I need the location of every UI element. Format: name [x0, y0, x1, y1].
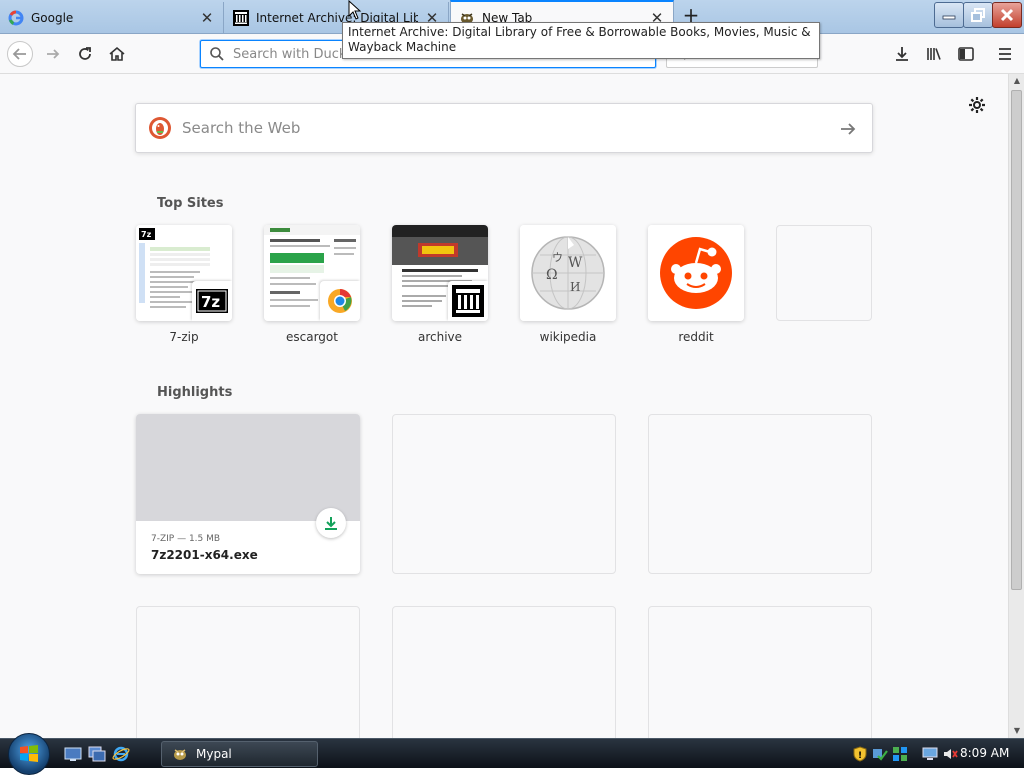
reddit-alien-icon: [648, 225, 744, 321]
top-site-label: archive: [417, 330, 463, 344]
vertical-scrollbar[interactable]: ▲ ▼: [1008, 74, 1024, 738]
close-icon: [1000, 8, 1014, 22]
windows-logo-icon: [20, 745, 38, 762]
update-grid-icon[interactable]: [892, 746, 908, 762]
duckduckgo-icon: [149, 117, 171, 139]
network-status-icon[interactable]: [872, 746, 888, 762]
top-site-7zip[interactable]: 7z 7z: [136, 225, 232, 321]
google-g-icon: [8, 10, 24, 26]
svg-text:Ω: Ω: [546, 267, 558, 283]
svg-text:7z: 7z: [141, 230, 152, 239]
highlight-empty-slot: [392, 414, 616, 574]
top-site-empty-slot[interactable]: [776, 225, 872, 321]
top-site-wikipedia[interactable]: Ω W ウ И: [520, 225, 616, 321]
download-icon: [896, 47, 908, 61]
tab-tooltip: Internet Archive: Digital Library of Fre…: [342, 22, 820, 59]
library-button[interactable]: [920, 40, 948, 68]
downloads-button[interactable]: [888, 40, 916, 68]
highlight-preview: [136, 414, 360, 521]
highlight-empty-slot: [648, 606, 872, 738]
highlight-empty-slot: [392, 606, 616, 738]
top-site-archive[interactable]: [392, 225, 488, 321]
top-site-escargot[interactable]: [264, 225, 360, 321]
archive-columns-icon: [448, 281, 488, 321]
taskbar: Mypal ! 8:09 AM: [0, 733, 1024, 775]
top-site-label: escargot: [286, 330, 338, 344]
library-icon: [927, 48, 941, 60]
restore-icon: [971, 8, 985, 22]
new-tab-page: Top Sites 7z 7z 7-zip escargot: [0, 74, 1008, 738]
top-site-reddit[interactable]: [648, 225, 744, 321]
forward-arrow-icon: [47, 49, 60, 59]
7zip-logo-icon: 7z: [192, 281, 232, 321]
mypal-icon: [174, 749, 186, 760]
top-site-label: reddit: [678, 330, 714, 344]
scroll-thumb[interactable]: [1011, 90, 1022, 590]
highlights-heading: Highlights: [157, 385, 233, 400]
minimize-icon: [942, 15, 956, 20]
svg-text:7z: 7z: [201, 293, 220, 311]
scroll-down-arrow-icon[interactable]: ▼: [1009, 724, 1024, 738]
page-settings-button[interactable]: [966, 94, 988, 116]
start-button[interactable]: [8, 733, 50, 775]
web-search-box[interactable]: [135, 103, 873, 153]
taskbar-app-label: Mypal: [196, 747, 232, 761]
highlight-empty-slot: [648, 414, 872, 574]
home-icon: [109, 46, 125, 61]
top-site-label: wikipedia: [539, 330, 597, 344]
svg-text:W: W: [568, 255, 583, 271]
back-button[interactable]: [6, 40, 34, 68]
highlight-empty-slot: [136, 606, 360, 738]
svg-text:ウ: ウ: [552, 251, 563, 264]
mouse-cursor-icon: [348, 0, 362, 20]
sidebar-button[interactable]: [952, 40, 980, 68]
svg-text:!: !: [858, 751, 862, 761]
taskbar-clock[interactable]: 8:09 AM: [960, 746, 1009, 760]
volume-muted-icon[interactable]: [942, 746, 958, 762]
security-shield-icon[interactable]: !: [852, 746, 868, 762]
menu-button[interactable]: [991, 40, 1019, 68]
search-icon: [210, 47, 224, 61]
taskbar-app-mypal[interactable]: Mypal: [161, 741, 318, 767]
svg-text:И: И: [570, 280, 580, 294]
archive-columns-icon: [233, 10, 249, 26]
wikipedia-globe-icon: Ω W ウ И: [520, 225, 616, 321]
highlight-meta: 7-ZIP — 1.5 MB: [151, 534, 221, 544]
restore-button[interactable]: [963, 2, 993, 28]
download-icon: [316, 508, 346, 538]
close-window-button[interactable]: [992, 2, 1022, 28]
show-desktop-icon[interactable]: [64, 745, 82, 763]
internet-explorer-icon[interactable]: [112, 745, 130, 763]
switch-windows-icon[interactable]: [88, 745, 106, 763]
highlight-card-download[interactable]: 7-ZIP — 1.5 MB 7z2201-x64.exe: [136, 414, 360, 574]
escargot-icon: [320, 281, 360, 321]
arrow-right-icon[interactable]: [838, 119, 858, 139]
tab-google[interactable]: Google ✕: [0, 2, 224, 34]
top-site-label: 7-zip: [169, 330, 199, 344]
tab-close-icon[interactable]: ✕: [199, 9, 215, 27]
display-icon[interactable]: [922, 746, 938, 762]
hamburger-menu-icon: [999, 48, 1011, 60]
top-sites-heading: Top Sites: [157, 196, 224, 211]
highlight-filename: 7z2201-x64.exe: [151, 548, 258, 562]
gear-icon: [969, 97, 985, 113]
minimize-button[interactable]: [934, 2, 964, 28]
tab-title: Google: [31, 11, 74, 25]
sidebar-icon: [958, 47, 974, 61]
back-arrow-icon: [7, 41, 33, 67]
reload-button[interactable]: [71, 40, 99, 68]
scroll-up-arrow-icon[interactable]: ▲: [1009, 74, 1024, 88]
web-search-input[interactable]: [182, 119, 812, 137]
home-button[interactable]: [103, 40, 131, 68]
reload-icon: [79, 47, 91, 60]
forward-button[interactable]: [39, 40, 67, 68]
